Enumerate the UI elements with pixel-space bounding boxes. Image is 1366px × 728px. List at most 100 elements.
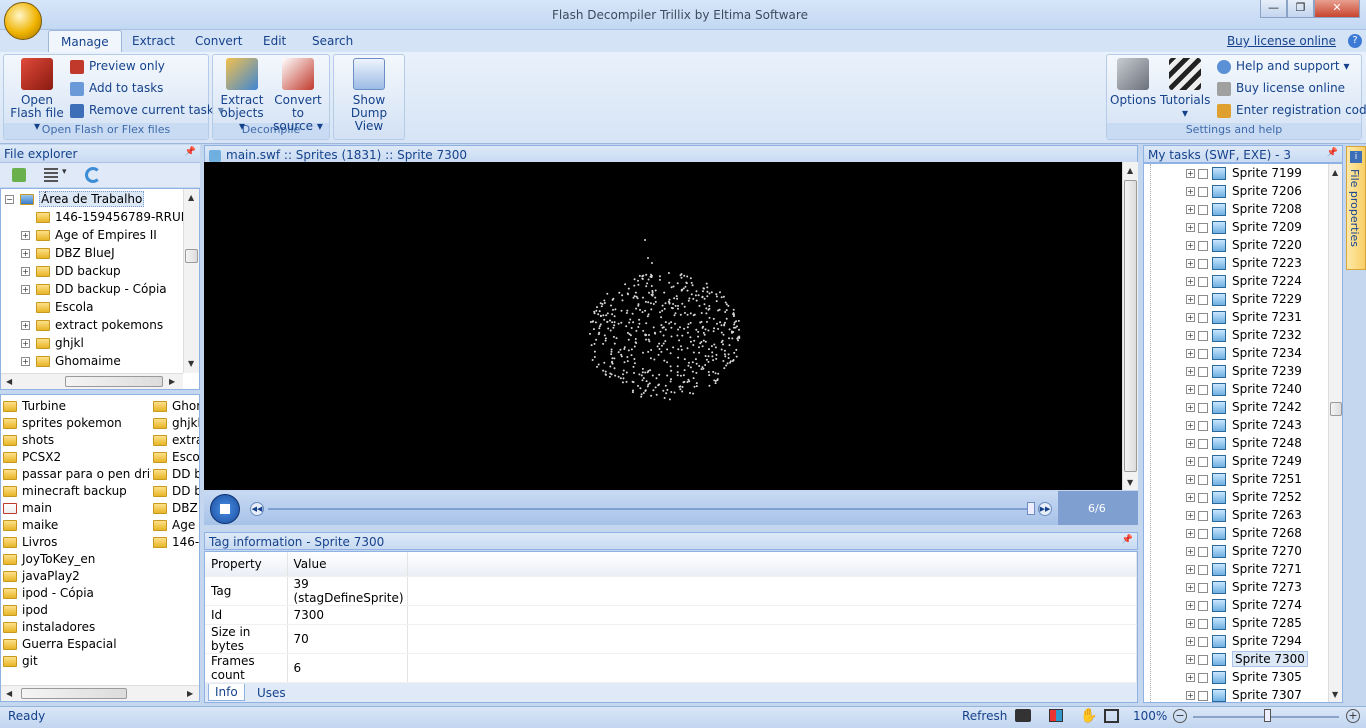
task-checkbox[interactable] <box>1198 582 1208 593</box>
task-checkbox[interactable] <box>1198 474 1208 485</box>
table-row[interactable]: Tag 39 (stagDefineSprite) <box>205 576 1137 606</box>
list-item[interactable]: DBZ E <box>153 500 199 517</box>
task-checkbox[interactable] <box>1198 168 1208 179</box>
task-checkbox[interactable] <box>1198 654 1208 665</box>
expand-toggle-icon[interactable]: + <box>1186 601 1195 610</box>
task-item[interactable]: + Sprite 7229 <box>1186 290 1328 308</box>
list-item[interactable]: Guerra Espacial <box>3 636 151 653</box>
tree-item[interactable]: + DD backup - Cópia <box>3 280 181 298</box>
task-item[interactable]: + Sprite 7224 <box>1186 272 1328 290</box>
task-item[interactable]: + Sprite 7239 <box>1186 362 1328 380</box>
expand-toggle-icon[interactable]: + <box>1186 637 1195 646</box>
chevron-down-icon[interactable]: ▾ <box>62 167 67 177</box>
refresh-icon[interactable] <box>85 167 101 183</box>
task-item[interactable]: + Sprite 7270 <box>1186 542 1328 560</box>
task-item[interactable]: + Sprite 7242 <box>1186 398 1328 416</box>
expand-toggle-icon[interactable]: + <box>21 267 30 276</box>
expand-toggle-icon[interactable]: + <box>1186 349 1195 358</box>
task-item[interactable]: + Sprite 7209 <box>1186 218 1328 236</box>
column-header[interactable]: Property <box>205 552 288 577</box>
expand-toggle-icon[interactable]: + <box>1186 619 1195 628</box>
home-icon[interactable] <box>12 168 26 182</box>
tasks-vscrollbar[interactable]: ▲ ▼ <box>1328 164 1342 702</box>
list-item[interactable]: main <box>3 500 151 517</box>
tutorials-button[interactable]: Tutorials ▾ <box>1160 58 1210 120</box>
refresh-button[interactable]: Refresh <box>962 709 1007 723</box>
task-item[interactable]: + Sprite 7220 <box>1186 236 1328 254</box>
tab-info[interactable]: Info <box>208 684 245 701</box>
tab-convert[interactable]: Convert <box>183 30 254 52</box>
expand-toggle-icon[interactable]: + <box>1186 421 1195 430</box>
task-checkbox[interactable] <box>1198 420 1208 431</box>
background-color-icon[interactable] <box>1049 709 1063 722</box>
buy-license-link[interactable]: Buy license online <box>1227 34 1336 48</box>
task-item[interactable]: + Sprite 7271 <box>1186 560 1328 578</box>
task-checkbox[interactable] <box>1198 546 1208 557</box>
task-item[interactable]: + Sprite 7248 <box>1186 434 1328 452</box>
expand-toggle-icon[interactable]: + <box>1186 511 1195 520</box>
scroll-left-icon[interactable]: ◀ <box>6 377 12 386</box>
hand-icon[interactable]: ✋ <box>1080 708 1097 724</box>
enter-registration-button[interactable]: Enter registration code <box>1217 100 1366 120</box>
task-checkbox[interactable] <box>1198 528 1208 539</box>
tree-item[interactable]: + Age of Empires II <box>3 226 181 244</box>
tree-item[interactable]: + DD backup <box>3 262 181 280</box>
frame-slider-thumb[interactable] <box>1027 502 1035 515</box>
tab-edit[interactable]: Edit <box>251 30 298 52</box>
tree-item[interactable]: + Ghomaime <box>3 352 181 370</box>
scroll-right-icon[interactable]: ▶ <box>187 689 193 698</box>
task-item[interactable]: + Sprite 7232 <box>1186 326 1328 344</box>
remove-current-task-button[interactable]: Remove current task ▾ <box>70 100 224 120</box>
expand-toggle-icon[interactable]: + <box>1186 277 1195 286</box>
expand-toggle-icon[interactable]: + <box>1186 295 1195 304</box>
task-item[interactable]: + Sprite 7300 <box>1186 650 1328 668</box>
expand-toggle-icon[interactable]: + <box>1186 655 1195 664</box>
task-checkbox[interactable] <box>1198 240 1208 251</box>
task-item[interactable]: + Sprite 7273 <box>1186 578 1328 596</box>
list-item[interactable]: shots <box>3 432 151 449</box>
maximize-button[interactable]: ❐ <box>1287 0 1314 18</box>
stop-button[interactable] <box>210 494 240 524</box>
scroll-thumb[interactable] <box>185 249 198 263</box>
task-checkbox[interactable] <box>1198 312 1208 323</box>
task-item[interactable]: + Sprite 7263 <box>1186 506 1328 524</box>
expand-toggle-icon[interactable]: + <box>1186 691 1195 700</box>
expand-toggle-icon[interactable]: + <box>1186 529 1195 538</box>
options-button[interactable]: Options <box>1110 58 1156 107</box>
help-icon[interactable]: ? <box>1348 34 1362 48</box>
task-item[interactable]: + Sprite 7223 <box>1186 254 1328 272</box>
frame-slider-track[interactable] <box>268 508 1030 510</box>
tree-item[interactable]: + ghjkl <box>3 334 181 352</box>
expand-toggle-icon[interactable]: + <box>1186 673 1195 682</box>
list-item[interactable]: JoyToKey_en <box>3 551 151 568</box>
table-row[interactable]: Size in bytes 70 <box>205 624 1137 654</box>
task-item[interactable]: + Sprite 7305 <box>1186 668 1328 686</box>
expand-toggle-icon[interactable]: + <box>1186 475 1195 484</box>
task-checkbox[interactable] <box>1198 258 1208 269</box>
open-flash-file-button[interactable]: Open Flash file ▾ <box>8 58 66 133</box>
scroll-down-icon[interactable]: ▼ <box>1127 478 1133 487</box>
task-item[interactable]: + Sprite 7208 <box>1186 200 1328 218</box>
task-checkbox[interactable] <box>1198 276 1208 287</box>
list-item[interactable]: sprites pokemon <box>3 415 151 432</box>
tab-extract[interactable]: Extract <box>120 30 187 52</box>
list-item[interactable]: Escol <box>153 449 199 466</box>
expand-toggle-icon[interactable]: + <box>21 321 30 330</box>
task-item[interactable]: + Sprite 7251 <box>1186 470 1328 488</box>
file-properties-side-tab[interactable]: i File properties <box>1346 146 1366 270</box>
table-row[interactable]: Frames count 6 <box>205 653 1137 683</box>
tree-vscrollbar[interactable]: ▲ ▼ <box>183 189 199 373</box>
task-checkbox[interactable] <box>1198 438 1208 449</box>
tree-item[interactable]: + extract pokemons <box>3 316 181 334</box>
task-checkbox[interactable] <box>1198 636 1208 647</box>
camera-icon[interactable] <box>1015 709 1031 722</box>
list-item[interactable]: instaladores <box>3 619 151 636</box>
view-list-icon[interactable] <box>44 168 58 182</box>
fit-screen-icon[interactable] <box>1104 709 1119 723</box>
convert-to-source-button[interactable]: Convert to source ▾ <box>268 58 328 133</box>
list-item[interactable]: Age c <box>153 517 199 534</box>
list-item[interactable]: Livros <box>3 534 151 551</box>
app-menu-button[interactable] <box>4 2 42 40</box>
close-button[interactable]: ✕ <box>1314 0 1360 18</box>
task-checkbox[interactable] <box>1198 186 1208 197</box>
